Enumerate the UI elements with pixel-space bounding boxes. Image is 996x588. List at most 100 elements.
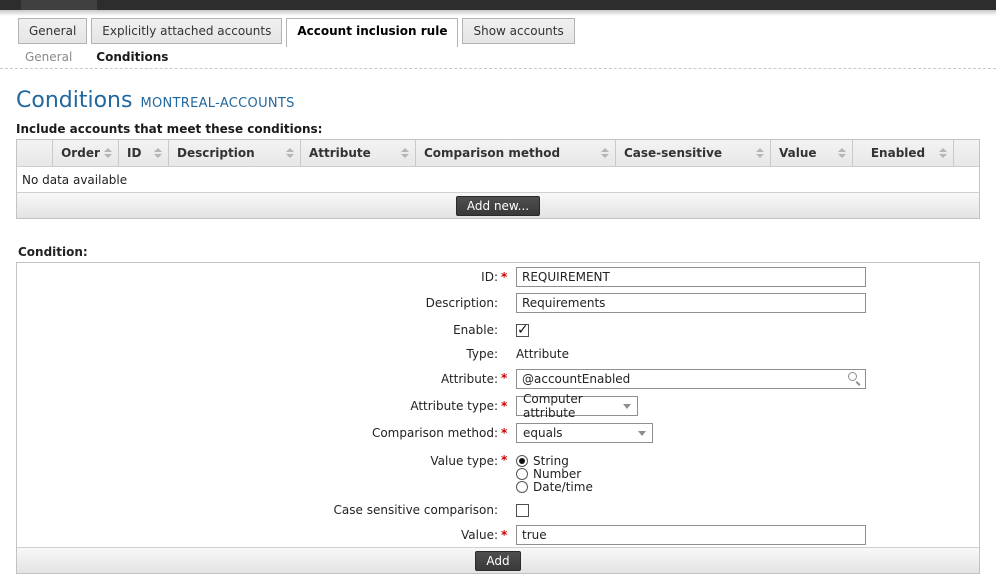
tab-explicitly-attached-accounts[interactable]: Explicitly attached accounts [91,18,282,44]
main-tabs: General Explicitly attached accounts Acc… [18,18,575,47]
chevron-down-icon [623,404,631,409]
id-input[interactable] [516,267,866,287]
chevron-down-icon [638,431,646,436]
sort-icon [104,148,112,158]
form-row-comparison-method: Comparison method: * equals [17,423,979,443]
value-type-label: Value type: [17,454,498,468]
sort-icon [286,148,294,158]
attribute-input[interactable] [516,369,866,389]
value-label: Value: [17,528,498,542]
radio-label: Number [533,467,581,481]
sub-nav: General Conditions [25,50,168,64]
col-enabled[interactable]: Enabled [853,140,954,166]
comparison-method-label: Comparison method: [17,426,498,440]
col-attribute-label: Attribute [309,146,397,160]
form-row-value: Value: * [17,525,979,545]
subnav-conditions[interactable]: Conditions [96,50,168,64]
col-id[interactable]: ID [119,140,169,166]
description-input[interactable] [516,293,866,313]
col-case-sensitive-label: Case-sensitive [624,146,752,160]
sort-icon [756,148,764,158]
form-row-type: Type: Attribute [17,347,979,361]
form-row-description: Description: [17,293,979,313]
form-row-value-type: Value type: * String Number Date/time [17,454,979,493]
add-button[interactable]: Add [475,551,520,571]
radio-option-number[interactable]: Number [516,467,593,481]
page-header: Conditions MONTREAL-ACCOUNTS [16,88,295,113]
value-input[interactable] [516,525,866,545]
comparison-method-select[interactable]: equals [516,423,653,443]
col-description-label: Description [177,146,282,160]
radio-option-string[interactable]: String [516,454,593,468]
required-asterisk: * [498,427,516,440]
enable-checkbox[interactable] [516,324,529,337]
case-sensitive-checkbox[interactable] [516,504,529,517]
required-asterisk: * [498,529,516,542]
top-bar [0,0,996,10]
no-data-text: No data available [22,173,127,187]
required-asterisk: * [498,372,516,385]
dashed-separator [0,68,996,69]
condition-section-label: Condition: [18,245,88,259]
radio-icon[interactable] [516,468,528,480]
page-subtitle: MONTREAL-ACCOUNTS [140,96,294,111]
top-bar-fade [0,10,996,16]
col-value-label: Value [779,146,834,160]
search-icon[interactable] [848,372,861,385]
type-label: Type: [17,347,498,361]
tab-account-inclusion-rule[interactable]: Account inclusion rule [286,18,458,47]
col-spacer-right [954,140,979,166]
page-title: Conditions [16,88,132,113]
subnav-general[interactable]: General [25,50,72,64]
case-sensitive-label: Case sensitive comparison: [17,503,498,517]
col-enabled-label: Enabled [861,146,935,160]
add-new-button[interactable]: Add new... [456,196,540,216]
attribute-type-label: Attribute type: [17,399,498,413]
comparison-method-value: equals [523,426,563,440]
form-row-enable: Enable: [17,323,979,337]
enable-label: Enable: [17,323,498,337]
col-comparison-method-label: Comparison method [424,146,597,160]
radio-option-datetime[interactable]: Date/time [516,480,593,494]
required-asterisk: * [498,271,516,284]
required-asterisk: * [498,454,516,467]
table-empty-row: No data available [17,166,979,192]
attribute-label: Attribute: [17,372,498,386]
table-header-row: Order ID Description Attribute Compariso… [17,140,979,166]
col-comparison-method[interactable]: Comparison method [416,140,616,166]
sort-icon [401,148,409,158]
sort-icon [939,148,947,158]
attribute-type-select[interactable]: Computer attribute [516,396,638,416]
sort-icon [154,148,162,158]
col-order[interactable]: Order [53,140,119,166]
col-case-sensitive[interactable]: Case-sensitive [616,140,771,166]
form-row-id: ID: * [17,267,979,287]
form-row-attribute-type: Attribute type: * Computer attribute [17,396,979,416]
col-order-label: Order [61,146,100,160]
col-spacer-left [17,140,53,166]
col-value[interactable]: Value [771,140,853,166]
description-label: Description: [17,296,498,310]
id-label: ID: [17,270,498,284]
attribute-type-value: Computer attribute [523,392,623,420]
sort-icon [838,148,846,158]
condition-form-footer: Add [17,547,979,573]
radio-icon[interactable] [516,481,528,493]
top-bar-menu-highlight[interactable] [21,0,97,10]
sort-icon [601,148,609,158]
col-attribute[interactable]: Attribute [301,140,416,166]
radio-label: Date/time [533,480,593,494]
tab-show-accounts[interactable]: Show accounts [462,18,574,44]
radio-icon[interactable] [516,455,528,467]
conditions-table: Order ID Description Attribute Compariso… [16,139,980,219]
form-row-case-sensitive: Case sensitive comparison: [17,503,979,517]
tab-general[interactable]: General [18,18,87,44]
intro-text: Include accounts that meet these conditi… [16,122,322,136]
radio-label: String [533,454,569,468]
form-row-attribute: Attribute: * [17,368,979,389]
col-id-label: ID [127,146,150,160]
table-footer: Add new... [17,192,979,218]
value-type-radio-group: String Number Date/time [516,454,593,493]
type-value: Attribute [516,347,569,361]
col-description[interactable]: Description [169,140,301,166]
